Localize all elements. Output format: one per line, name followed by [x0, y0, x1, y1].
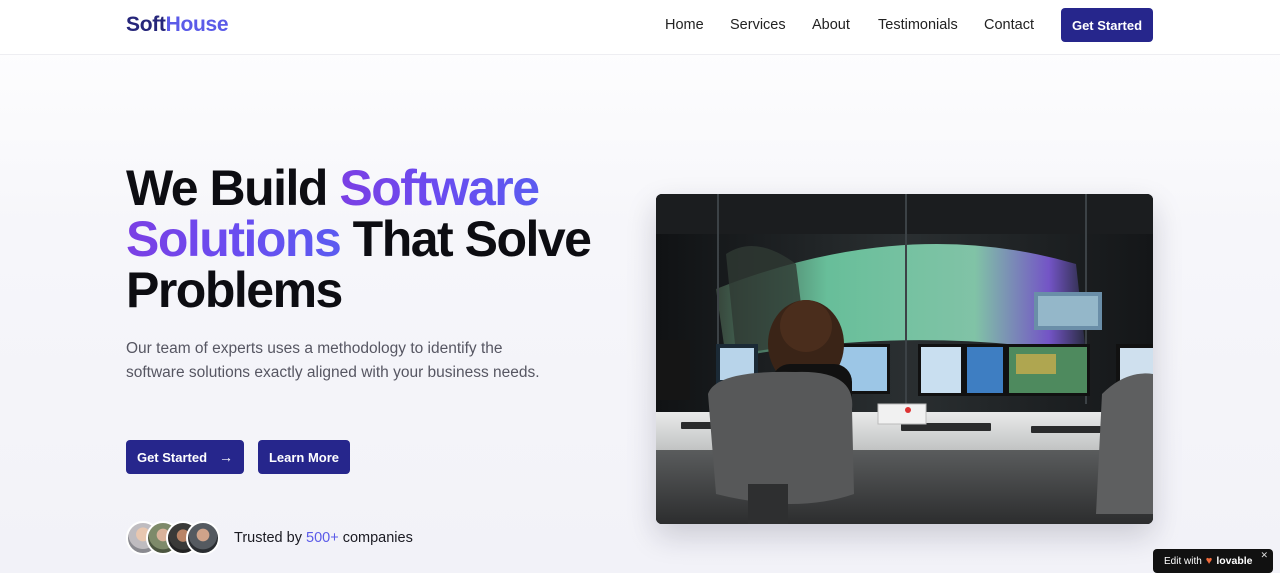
nav-contact[interactable]: Contact [984, 17, 1034, 33]
nav-services[interactable]: Services [730, 17, 786, 33]
get-started-label: Get Started [136, 449, 208, 465]
logo-part-house: House [165, 13, 229, 36]
nav-testimonials[interactable]: Testimonials [878, 17, 958, 33]
title-accent: Solutions [126, 211, 342, 267]
edit-with-lovable-badge[interactable]: Edit with ♥ lovable ✕ [1153, 549, 1273, 573]
logo-part-soft: Soft [126, 13, 166, 36]
learn-more-button[interactable]: Learn More [258, 440, 350, 474]
arrow-right-icon: → [219, 449, 234, 465]
nav-home[interactable]: Home [665, 17, 704, 33]
nav-about[interactable]: About [812, 17, 850, 33]
customer-avatars [126, 521, 222, 555]
title-text: We Build [126, 160, 340, 216]
trust-suffix: companies [338, 530, 413, 546]
hero-title-line1: We Build Software [126, 160, 540, 216]
site-header: SoftHouse Home Services About Testimonia… [0, 0, 1280, 55]
title-accent: Software [339, 160, 540, 216]
logo[interactable]: SoftHouse [126, 13, 229, 37]
hero-subtitle: Our team of experts uses a methodology t… [126, 340, 540, 381]
hero-title-line3: Problems [126, 262, 343, 318]
header-get-started-button[interactable]: Get Started [1061, 8, 1153, 42]
trust-count: 500+ [306, 530, 339, 546]
avatar [186, 521, 220, 555]
hero-title-line2: Solutions That Solve [126, 211, 592, 267]
trust-text: Trusted by 500+ companies [234, 530, 413, 546]
heart-icon: ♥ [1205, 555, 1213, 567]
get-started-button[interactable]: Get Started → [126, 440, 244, 474]
hero-image-control-room [656, 194, 1153, 524]
badge-prefix: Edit with [1164, 555, 1202, 567]
trust-prefix: Trusted by [234, 530, 306, 546]
badge-brand: lovable [1216, 555, 1253, 567]
hero-title: We Build Software Solutions That Solve P… [126, 163, 646, 316]
title-text: That Solve [340, 211, 592, 267]
close-icon[interactable]: ✕ [1260, 550, 1268, 561]
